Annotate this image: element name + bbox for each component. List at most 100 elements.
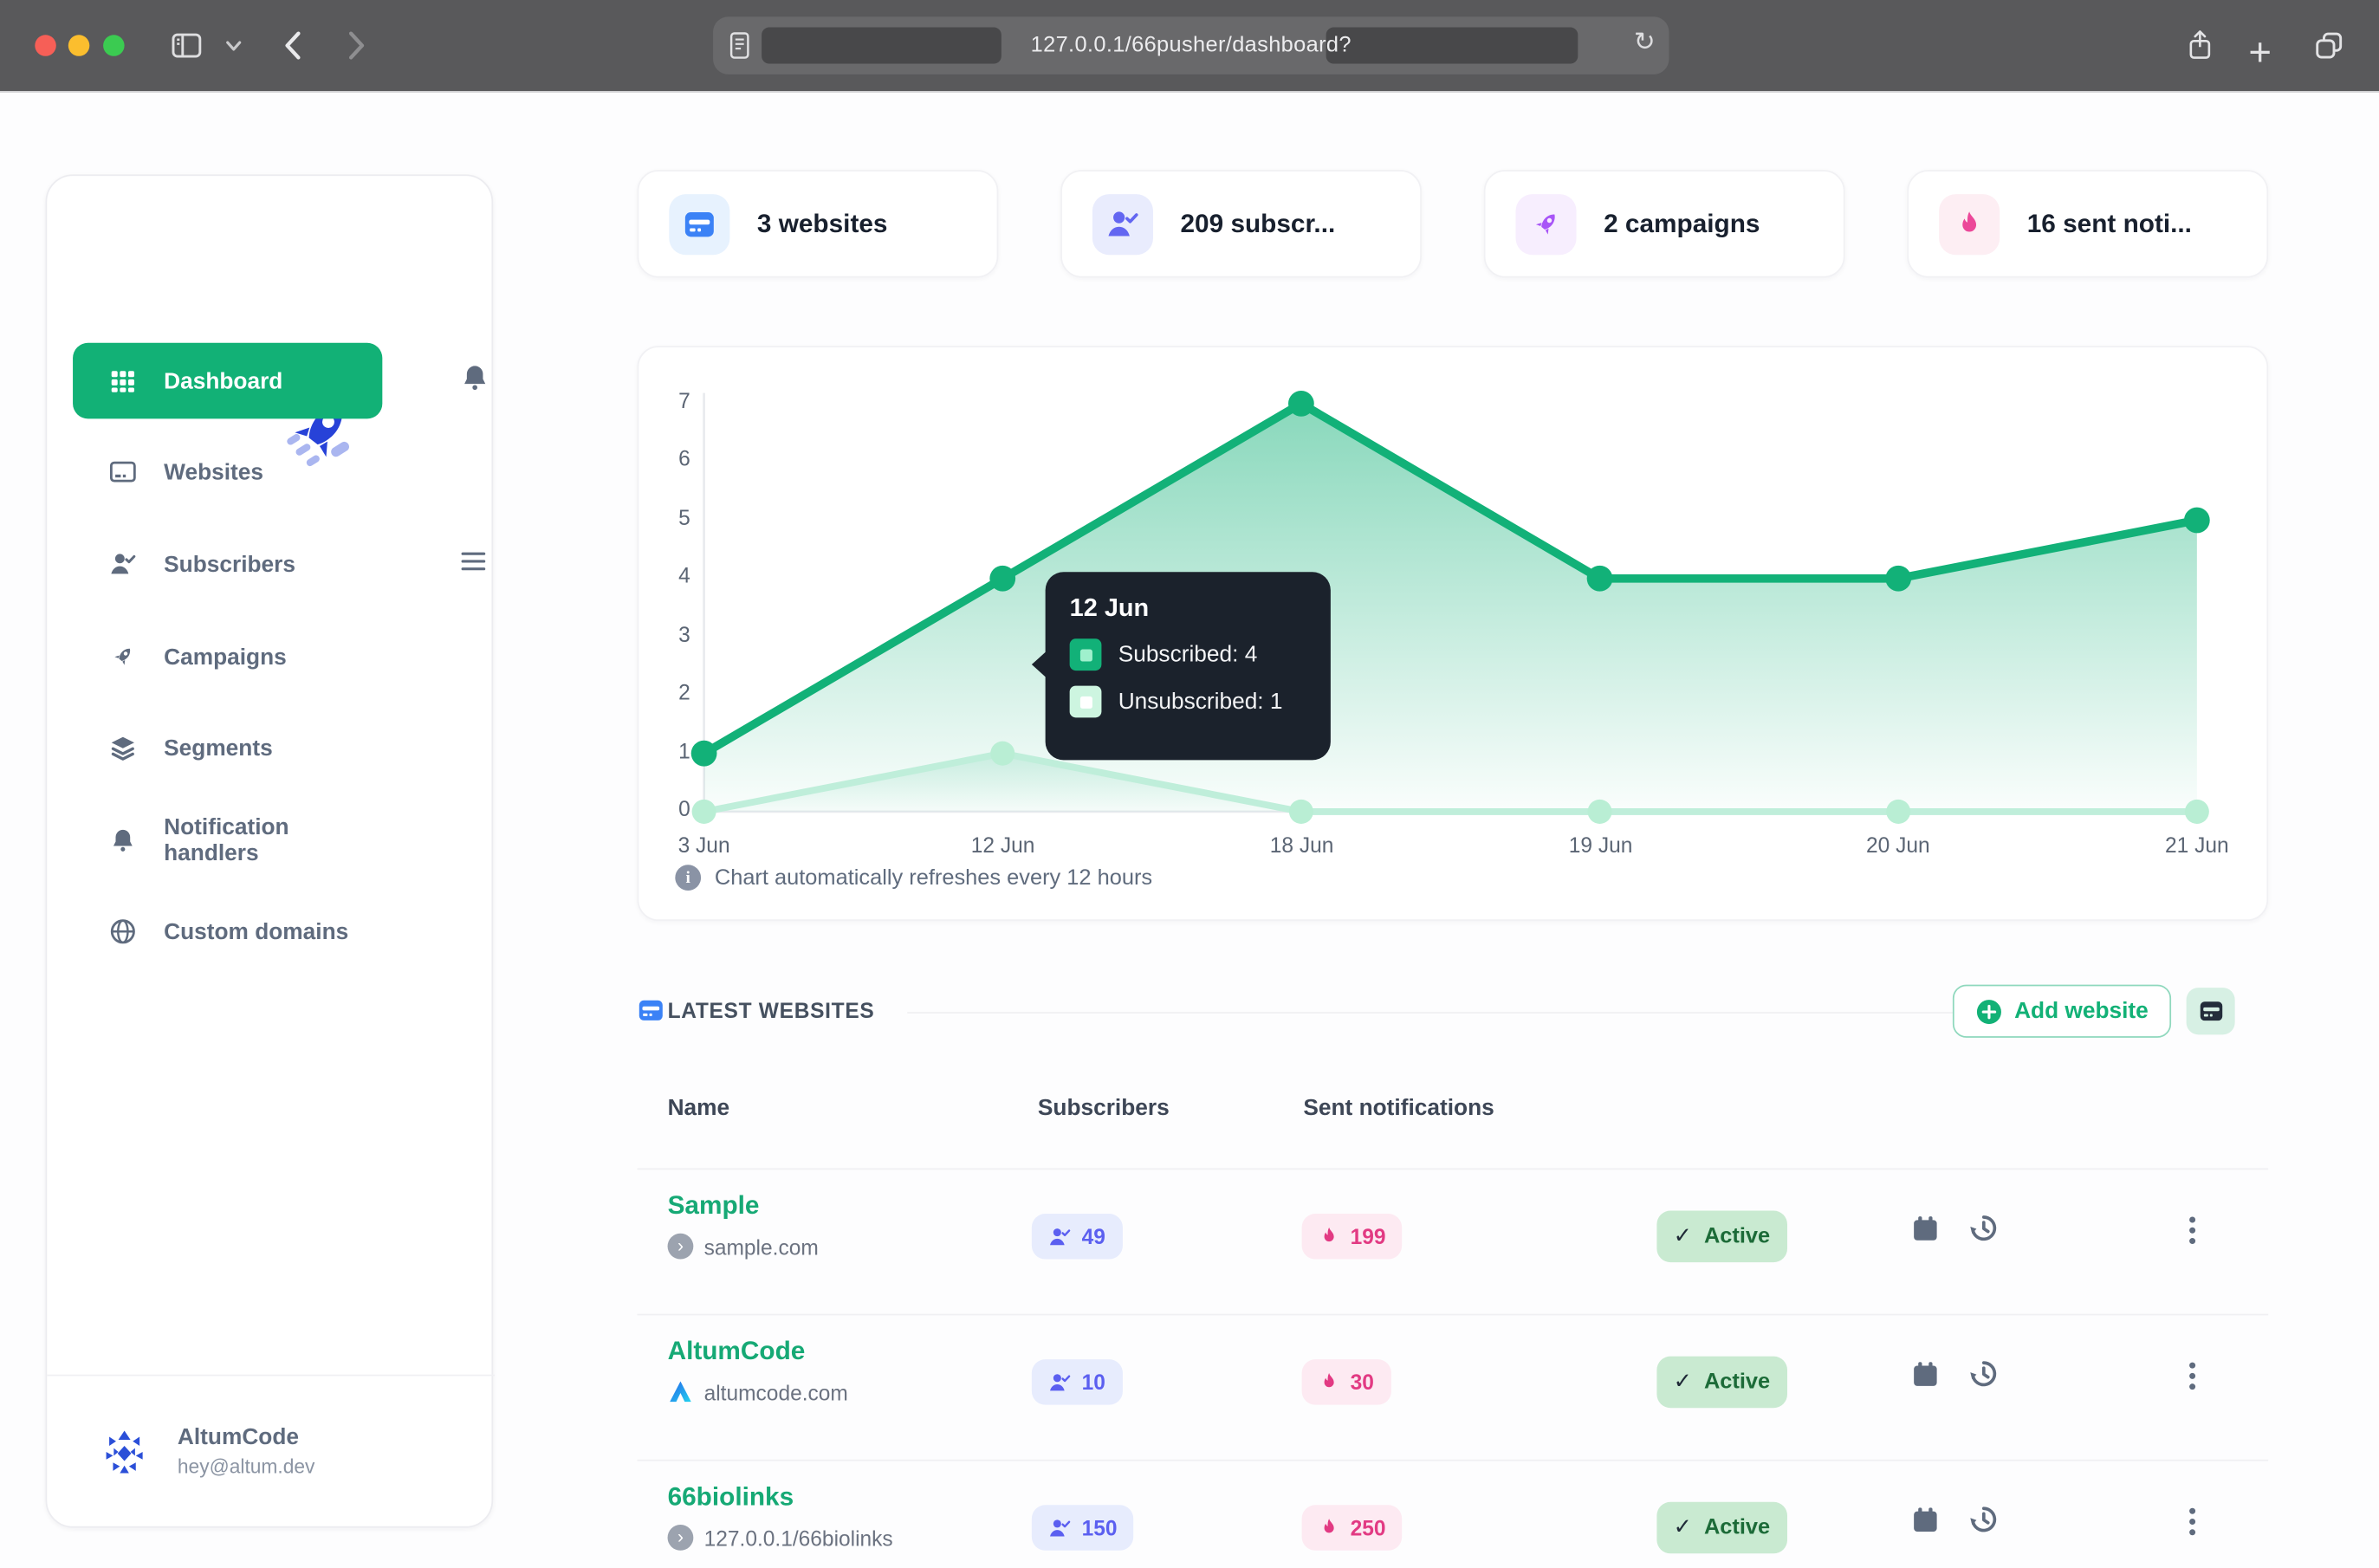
- share-icon[interactable]: [2185, 28, 2215, 64]
- sent-notifications-badge: 199: [1301, 1214, 1403, 1260]
- window-minimize-button[interactable]: [68, 35, 90, 56]
- calendar-icon[interactable]: [1910, 1359, 1941, 1390]
- window-zoom-button[interactable]: [103, 35, 125, 56]
- sidebar-item-label: Segments: [164, 735, 273, 761]
- chart-refresh-note: i Chart automatically refreshes every 12…: [675, 865, 1152, 891]
- sidebar-item-label: Subscribers: [164, 551, 296, 578]
- history-icon[interactable]: [1967, 1357, 2000, 1390]
- x-axis-label: 20 Jun: [1866, 833, 1930, 858]
- user-profile[interactable]: AltumCode hey@altum.dev: [68, 1390, 474, 1511]
- latest-websites-header: LATEST WEBSITES Add website: [638, 984, 2269, 1040]
- subscribers-chart-card: 7 6 5 4 3 2 1 0 3 Jun 12 Jun 18 Jun 19 J…: [637, 346, 2269, 922]
- websites-list-button[interactable]: [2186, 988, 2235, 1035]
- sent-notifications-badge: 30: [1301, 1359, 1391, 1405]
- sidebar-item-custom-domains[interactable]: Custom domains: [73, 894, 382, 970]
- history-icon[interactable]: [1967, 1504, 2000, 1536]
- stat-card-websites[interactable]: 3 websites: [637, 170, 999, 278]
- sidebar: Dashboard Websites Subscribers Campaigns: [45, 174, 495, 1528]
- tab-overview-icon[interactable]: [2312, 29, 2346, 62]
- row-menu-kebab[interactable]: [2181, 1216, 2203, 1245]
- reload-icon[interactable]: ↻: [1634, 28, 1656, 58]
- divider: [637, 1168, 2269, 1170]
- x-axis-label: 18 Jun: [1269, 833, 1334, 858]
- section-title: LATEST WEBSITES: [667, 998, 875, 1023]
- status-badge: ✓ Active: [1656, 1356, 1787, 1409]
- subscribers-badge: 150: [1031, 1505, 1134, 1551]
- x-axis-label: 3 Jun: [677, 833, 730, 858]
- flame-icon: [1939, 193, 2000, 255]
- avatar: [92, 1418, 157, 1483]
- sidebar-item-segments[interactable]: Segments: [73, 710, 382, 787]
- area-chart: [690, 390, 2210, 824]
- divider: [637, 1313, 2269, 1316]
- calendar-icon[interactable]: [1910, 1214, 1941, 1244]
- sidebar-item-campaigns[interactable]: Campaigns: [73, 619, 382, 696]
- new-tab-icon[interactable]: +: [2248, 29, 2272, 75]
- back-button[interactable]: [279, 29, 307, 62]
- row-menu-kebab[interactable]: [2181, 1362, 2203, 1390]
- add-website-button[interactable]: Add website: [1952, 984, 2172, 1038]
- stat-label: 3 websites: [756, 208, 888, 238]
- website-name-link[interactable]: 66biolinks: [668, 1482, 794, 1513]
- url-text: 127.0.0.1/66pusher/dashboard?: [1030, 33, 1352, 58]
- sidebar-item-subscribers[interactable]: Subscribers: [73, 527, 382, 603]
- reader-view-icon[interactable]: [729, 30, 751, 61]
- tooltip-subscribed-value: Subscribed: 4: [1118, 641, 1258, 668]
- user-name: AltumCode: [177, 1423, 300, 1450]
- user-check-icon: [1092, 193, 1153, 255]
- x-axis-label: 12 Jun: [970, 833, 1035, 858]
- stat-card-campaigns[interactable]: 2 campaigns: [1483, 170, 1845, 278]
- divider: [637, 1459, 2269, 1461]
- sidebar-toggle-icon[interactable]: [170, 29, 204, 62]
- browser-card-icon: [638, 997, 665, 1025]
- sidebar-item-websites[interactable]: Websites: [73, 434, 382, 510]
- website-name-link[interactable]: Sample: [668, 1191, 760, 1221]
- divider: [0, 91, 2379, 93]
- check-icon: ✓: [1673, 1370, 1692, 1395]
- plus-circle-icon: [1975, 997, 2003, 1025]
- sent-notifications-badge: 250: [1301, 1505, 1403, 1551]
- sidebar-item-label: Campaigns: [164, 644, 287, 671]
- globe-icon: [109, 918, 137, 946]
- subscribers-badge: 49: [1031, 1214, 1123, 1260]
- status-badge: ✓ Active: [1656, 1210, 1787, 1263]
- latest-websites-table: Name Subscribers Sent notifications Samp…: [637, 1062, 2269, 1568]
- tooltip-date: 12 Jun: [1069, 594, 1150, 623]
- bell-icon: [109, 826, 137, 854]
- calendar-icon[interactable]: [1910, 1505, 1941, 1535]
- address-bar[interactable]: 127.0.0.1/66pusher/dashboard? ↻: [713, 16, 1669, 75]
- sidebar-item-notification-handlers[interactable]: Notification handlers: [73, 802, 382, 878]
- stat-label: 16 sent noti...: [2026, 208, 2192, 238]
- subscribed-area: [703, 403, 2197, 812]
- window-close-button[interactable]: [35, 35, 56, 56]
- sidebar-item-label: Websites: [164, 458, 264, 485]
- website-domain: › 127.0.0.1/66biolinks: [667, 1525, 893, 1551]
- user-check-icon: [109, 551, 137, 579]
- row-menu-kebab[interactable]: [2181, 1507, 2203, 1536]
- redacted-region: [762, 27, 1002, 64]
- divider: [907, 1012, 1985, 1014]
- sidebar-item-dashboard[interactable]: Dashboard: [73, 342, 383, 419]
- divider: [47, 1374, 495, 1377]
- justify-list-icon[interactable]: [460, 551, 488, 573]
- browser-chrome: 127.0.0.1/66pusher/dashboard? ↻ +: [0, 0, 2379, 92]
- x-axis-label: 19 Jun: [1568, 833, 1633, 858]
- website-domain: altumcode.com: [668, 1379, 848, 1405]
- sidebar-item-label: Dashboard: [164, 367, 283, 394]
- status-badge: ✓ Active: [1656, 1501, 1787, 1554]
- website-domain: › sample.com: [667, 1233, 819, 1260]
- stat-card-subscribers[interactable]: 209 subscr...: [1060, 170, 1422, 278]
- subscribers-badge: 10: [1031, 1359, 1123, 1405]
- subscribed-swatch: [1069, 638, 1102, 671]
- forward-button[interactable]: [343, 29, 371, 62]
- sidebar-item-label: Notification handlers: [164, 814, 289, 866]
- column-header-name: Name: [667, 1095, 730, 1122]
- user-email: hey@altum.dev: [177, 1454, 315, 1477]
- chevron-down-icon[interactable]: [224, 38, 243, 54]
- website-name-link[interactable]: AltumCode: [668, 1337, 806, 1367]
- stat-label: 209 subscr...: [1180, 208, 1336, 238]
- bell-icon[interactable]: [460, 363, 490, 393]
- check-icon: ✓: [1673, 1224, 1692, 1249]
- stat-card-sent-notifications[interactable]: 16 sent noti...: [1907, 170, 2269, 278]
- history-icon[interactable]: [1967, 1212, 2000, 1244]
